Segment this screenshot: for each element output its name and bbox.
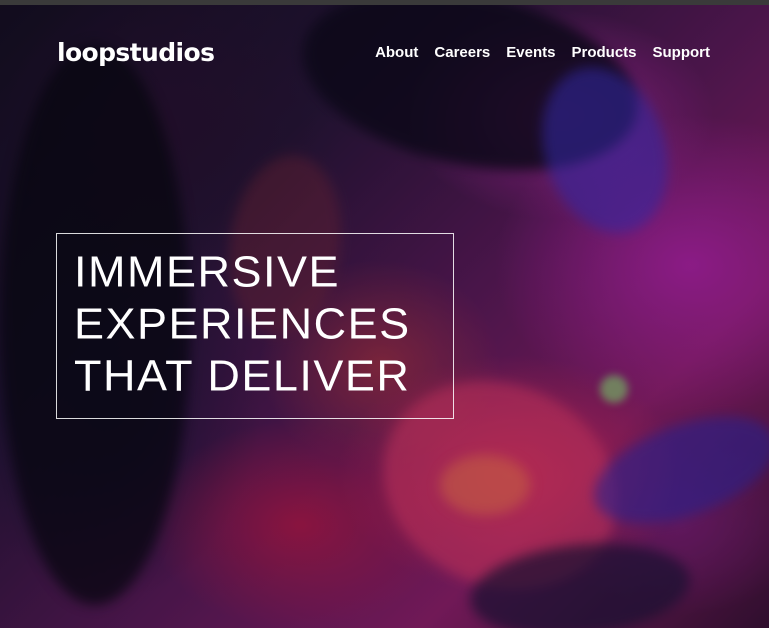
nav-link-about[interactable]: About: [375, 44, 418, 61]
hero-headline-line: EXPERIENCES: [74, 299, 411, 348]
hero-section: loopstudios About Careers Events Product…: [0, 5, 769, 628]
site-logo[interactable]: loopstudios: [57, 38, 215, 67]
hero-headline-line: THAT DELIVER: [74, 351, 411, 400]
hero-headline-line: IMMERSIVE: [74, 247, 341, 296]
nav-link-events[interactable]: Events: [506, 44, 555, 61]
nav-link-products[interactable]: Products: [571, 44, 636, 61]
browser-viewport: loopstudios About Careers Events Product…: [0, 0, 769, 628]
site-header: loopstudios About Careers Events Product…: [57, 37, 710, 67]
hero-headline-box: IMMERSIVE EXPERIENCES THAT DELIVER: [56, 233, 454, 419]
nav-link-careers[interactable]: Careers: [434, 44, 490, 61]
nav-link-support[interactable]: Support: [653, 44, 711, 61]
main-nav: About Careers Events Products Support: [375, 44, 710, 61]
